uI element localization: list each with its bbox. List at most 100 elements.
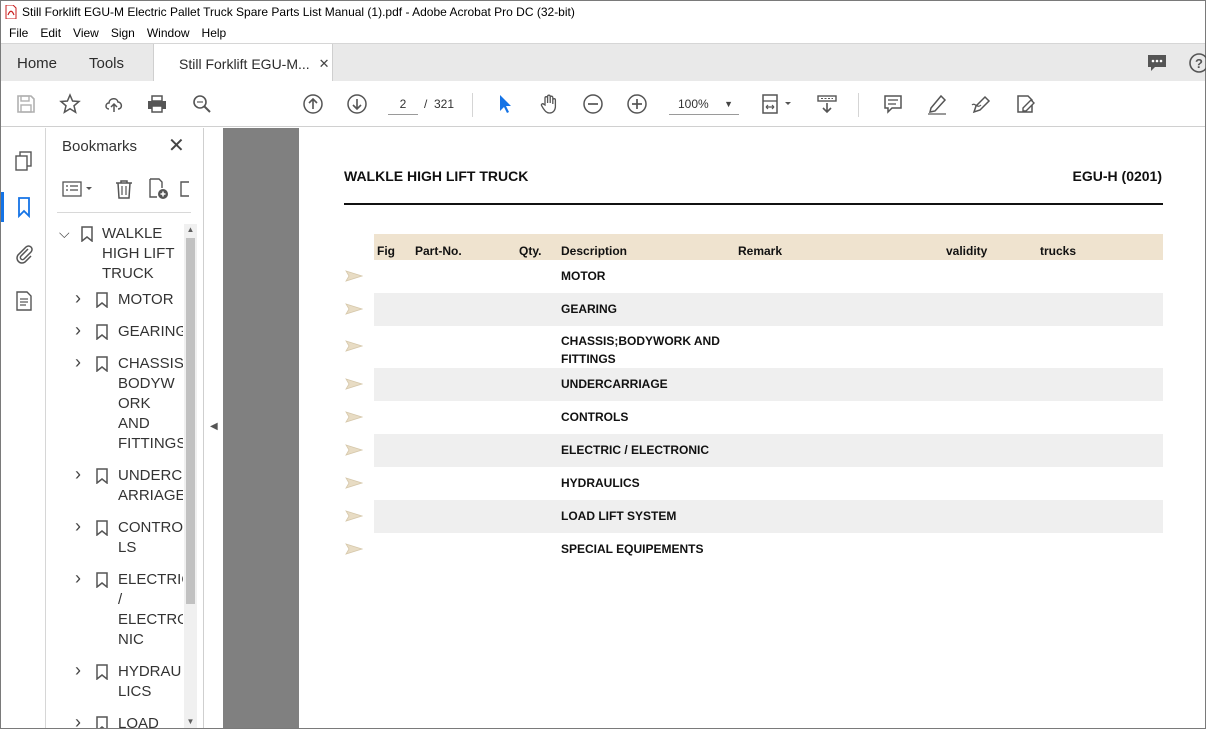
print-icon[interactable] <box>145 92 169 116</box>
bookmark-item[interactable]: ⌵ WALKLE HIGH LIFT TRUCK <box>47 224 183 284</box>
bookmark-options-icon[interactable] <box>61 176 97 202</box>
bookmark-item[interactable]: › ELECTRIC / ELECTRO NIC <box>47 568 183 650</box>
zoom-level-select[interactable]: 100% ▼ <box>669 93 739 115</box>
chevron-right-icon[interactable]: › <box>75 352 81 372</box>
row-link-arrow-icon[interactable] <box>345 303 363 315</box>
menu-view[interactable]: View <box>67 26 105 40</box>
bookmark-item[interactable]: › CHASSIS; BODYW ORK AND FITTINGS <box>47 352 183 454</box>
chevron-right-icon[interactable]: › <box>75 320 81 340</box>
row-description: SPECIAL EQUIPEMENTS <box>561 542 704 556</box>
attachments-paperclip-icon[interactable] <box>12 242 36 266</box>
bookmark-star-icon[interactable] <box>58 92 82 116</box>
menu-help[interactable]: Help <box>196 26 233 40</box>
tab-document[interactable]: Still Forklift EGU-M... ✕ <box>153 44 333 83</box>
document-viewport[interactable]: WALKLE HIGH LIFT TRUCK EGU-H (0201) Fig … <box>223 128 1205 728</box>
hand-tool-icon[interactable] <box>537 92 561 116</box>
menu-sign[interactable]: Sign <box>105 26 141 40</box>
zoom-in-icon[interactable] <box>625 92 649 116</box>
row-description: ELECTRIC / ELECTRONIC <box>561 443 710 457</box>
next-page-icon[interactable] <box>345 92 369 116</box>
bookmark-ribbon-icon <box>96 356 108 372</box>
expand-bookmark-icon[interactable] <box>175 176 191 202</box>
menu-window[interactable]: Window <box>141 26 196 40</box>
row-link-arrow-icon[interactable] <box>345 444 363 456</box>
delete-bookmark-icon[interactable] <box>111 176 137 202</box>
row-description: CHASSIS;BODYWORK AND <box>561 334 720 348</box>
upload-cloud-icon[interactable] <box>102 92 126 116</box>
bookmarks-panel-icon[interactable] <box>12 195 36 219</box>
bookmarks-toolbar <box>59 176 199 204</box>
tab-tools[interactable]: Tools <box>89 44 124 82</box>
column-header-fig: Fig <box>377 244 395 258</box>
scroll-down-arrow-icon[interactable]: ▼ <box>184 716 197 728</box>
table-row: UNDERCARRIAGE <box>374 368 1163 401</box>
save-icon[interactable] <box>14 92 38 116</box>
bookmark-item[interactable]: › CONTRO LS <box>47 516 183 558</box>
row-link-arrow-icon[interactable] <box>345 378 363 390</box>
row-link-arrow-icon[interactable] <box>345 340 363 352</box>
chevron-right-icon[interactable]: › <box>75 288 81 308</box>
bookmarks-panel-title: Bookmarks <box>62 138 138 155</box>
document-model-code: EGU-H (0201) <box>1072 168 1162 184</box>
table-row: ELECTRIC / ELECTRONIC <box>374 434 1163 467</box>
row-link-arrow-icon[interactable] <box>345 477 363 489</box>
bookmarks-panel: Bookmarks ✕ ⌵ WALKLE HIGH LIFT TRUCK › MOTOR ›… <box>47 128 204 728</box>
bookmark-ribbon-icon <box>96 716 108 728</box>
add-bookmark-icon[interactable] <box>145 176 171 202</box>
document-properties-icon[interactable] <box>12 289 36 313</box>
comment-icon[interactable] <box>881 92 905 116</box>
row-link-arrow-icon[interactable] <box>345 411 363 423</box>
select-cursor-icon[interactable] <box>493 92 517 116</box>
previous-page-icon[interactable] <box>301 92 325 116</box>
menu-bar: File Edit View Sign Window Help <box>1 23 1205 43</box>
table-row: CONTROLS <box>374 401 1163 434</box>
chevron-right-icon[interactable]: › <box>75 660 81 680</box>
chevron-right-icon[interactable]: › <box>75 712 81 728</box>
close-tab-icon[interactable]: ✕ <box>319 56 330 72</box>
row-description: HYDRAULICS <box>561 476 640 490</box>
chevron-right-icon[interactable]: › <box>75 568 81 588</box>
row-description: CONTROLS <box>561 410 629 424</box>
collapse-panel-arrow-icon[interactable]: ◀ <box>210 421 218 432</box>
zoom-out-icon[interactable] <box>581 92 605 116</box>
bookmark-label-line: AND <box>118 415 150 432</box>
zoom-search-icon[interactable] <box>190 92 214 116</box>
bookmark-label-line: CONTRO <box>118 519 183 536</box>
menu-file[interactable]: File <box>3 26 34 40</box>
scrollbar-thumb[interactable] <box>186 238 195 604</box>
row-description: MOTOR <box>561 269 606 283</box>
acrobat-app-icon <box>5 5 17 19</box>
close-panel-icon[interactable]: ✕ <box>168 136 185 156</box>
menu-edit[interactable]: Edit <box>34 26 67 40</box>
chevron-right-icon[interactable]: › <box>75 516 81 536</box>
bookmark-item[interactable]: ›LOADLIFT <box>47 712 183 728</box>
scroll-mode-icon[interactable] <box>815 92 839 116</box>
chevron-down-icon[interactable]: ⌵ <box>59 224 70 243</box>
bookmarks-scrollbar[interactable]: ▲ ▼ <box>184 224 197 728</box>
row-link-arrow-icon[interactable] <box>345 270 363 282</box>
bookmark-ribbon-icon <box>81 226 93 242</box>
bookmark-item[interactable]: › UNDERC ARRIAGE <box>47 464 183 506</box>
chevron-right-icon[interactable]: › <box>75 464 81 484</box>
bookmark-label-line: WALKLE <box>102 225 163 242</box>
draw-pen-icon[interactable] <box>969 92 993 116</box>
help-icon[interactable]: ? <box>1187 52 1206 74</box>
page-thumbnails-icon[interactable] <box>12 149 36 173</box>
current-page-input[interactable]: 2 <box>388 93 418 115</box>
bookmark-item[interactable]: › HYDRAU LICS <box>47 660 183 702</box>
main-toolbar: 2 / 321 100% ▼ <box>1 81 1205 127</box>
comment-bubble-icon[interactable] <box>1145 52 1169 74</box>
scroll-up-arrow-icon[interactable]: ▲ <box>184 224 197 236</box>
page-fit-icon[interactable] <box>760 92 796 116</box>
highlight-pen-icon[interactable] <box>925 92 949 116</box>
edit-document-icon[interactable] <box>1013 92 1037 116</box>
tab-home[interactable]: Home <box>17 44 57 82</box>
row-link-arrow-icon[interactable] <box>345 510 363 522</box>
row-link-arrow-icon[interactable] <box>345 543 363 555</box>
table-row: SPECIAL EQUIPEMENTS <box>374 533 1163 566</box>
bookmark-item[interactable]: › GEARING <box>47 320 183 342</box>
bookmark-item[interactable]: › MOTOR <box>47 288 183 310</box>
panel-collapse-gutter: ◀ <box>204 128 223 728</box>
tab-row: Home Tools Still Forklift EGU-M... ✕ ? <box>1 43 1206 83</box>
toolbar-divider <box>858 93 859 117</box>
